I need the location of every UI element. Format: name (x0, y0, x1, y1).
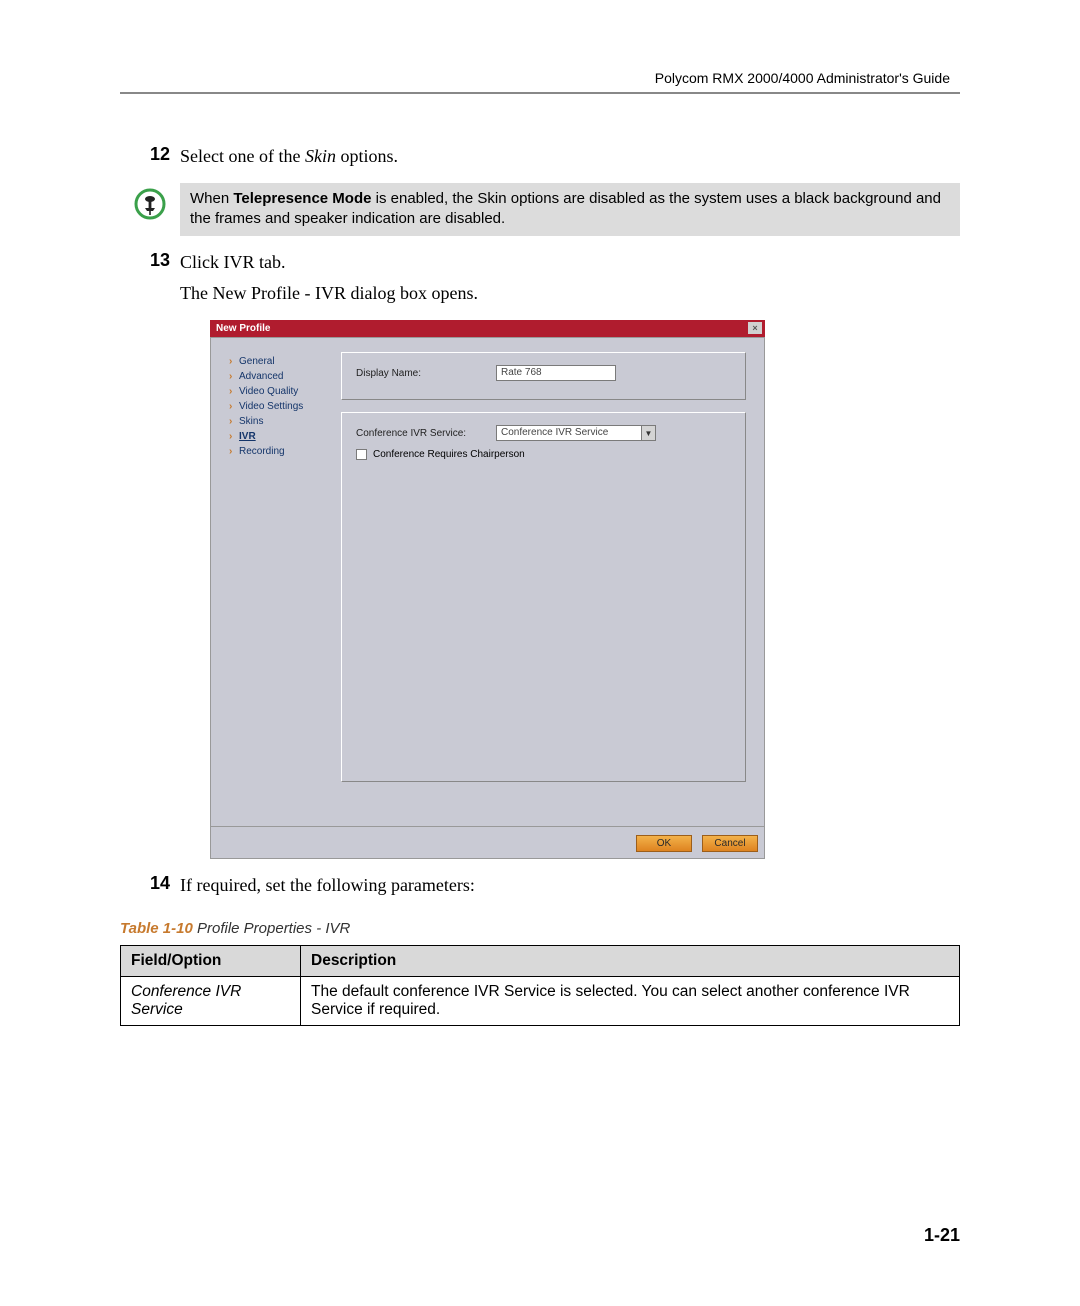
note: When Telepresence Mode is enabled, the S… (120, 183, 960, 236)
step-number: 14 (120, 873, 180, 898)
step-13: 13 Click IVR tab. (120, 250, 960, 275)
step-12: 12 Select one of the Skin options. (120, 144, 960, 169)
dialog-new-profile: New Profile × General Advanced Video Qua… (210, 320, 765, 859)
header-rule (120, 92, 960, 94)
sidebar-item-video-quality[interactable]: Video Quality (229, 386, 335, 397)
sidebar-item-skins[interactable]: Skins (229, 416, 335, 427)
requires-chairperson-checkbox[interactable] (356, 449, 367, 460)
ok-button[interactable]: OK (636, 835, 692, 852)
step-14: 14 If required, set the following parame… (120, 873, 960, 898)
dialog-footer: OK Cancel (210, 827, 765, 859)
sidebar-item-advanced[interactable]: Advanced (229, 371, 335, 382)
page-number: 1-21 (924, 1225, 960, 1246)
requires-chairperson-label: Conference Requires Chairperson (373, 449, 525, 460)
table-cell-description: The default conference IVR Service is se… (301, 977, 960, 1026)
step-number: 13 (120, 250, 180, 275)
sidebar-item-ivr[interactable]: IVR (229, 431, 335, 442)
step-number: 12 (120, 144, 180, 169)
display-name-label: Display Name: (356, 368, 496, 379)
step-text: If required, set the following parameter… (180, 873, 475, 898)
step-text: Click IVR tab. (180, 250, 286, 275)
chevron-down-icon[interactable]: ▼ (641, 426, 655, 440)
sidebar-item-recording[interactable]: Recording (229, 446, 335, 457)
table-cell-field: Conference IVR Service (121, 977, 301, 1026)
dialog-title-text: New Profile (216, 323, 270, 334)
table-caption: Table 1-10 Profile Properties - IVR (120, 920, 960, 937)
sidebar-item-general[interactable]: General (229, 356, 335, 367)
note-box: When Telepresence Mode is enabled, the S… (180, 183, 960, 236)
close-icon[interactable]: × (748, 322, 762, 334)
step-13-sub: The New Profile - IVR dialog box opens. (180, 281, 960, 306)
pushpin-icon (133, 187, 167, 221)
dialog-titlebar: New Profile × (210, 320, 765, 337)
note-gutter (120, 183, 180, 221)
sidebar-item-video-settings[interactable]: Video Settings (229, 401, 335, 412)
running-header: Polycom RMX 2000/4000 Administrator's Gu… (120, 70, 960, 92)
cancel-button[interactable]: Cancel (702, 835, 758, 852)
table-header-description: Description (301, 946, 960, 977)
ivr-panel: Conference IVR Service: Conference IVR S… (341, 412, 746, 782)
ivr-service-label: Conference IVR Service: (356, 428, 496, 439)
dialog-body: General Advanced Video Quality Video Set… (210, 337, 765, 827)
step-text: Select one of the Skin options. (180, 144, 398, 169)
profile-properties-table: Field/Option Description Conference IVR … (120, 945, 960, 1026)
dialog-main: Display Name: Rate 768 Conference IVR Se… (341, 338, 764, 826)
ivr-service-select[interactable]: Conference IVR Service ▼ (496, 425, 656, 441)
display-name-panel: Display Name: Rate 768 (341, 352, 746, 400)
table-header-field: Field/Option (121, 946, 301, 977)
table-row: Conference IVR Service The default confe… (121, 977, 960, 1026)
display-name-input[interactable]: Rate 768 (496, 365, 616, 381)
dialog-sidebar: General Advanced Video Quality Video Set… (211, 338, 341, 826)
